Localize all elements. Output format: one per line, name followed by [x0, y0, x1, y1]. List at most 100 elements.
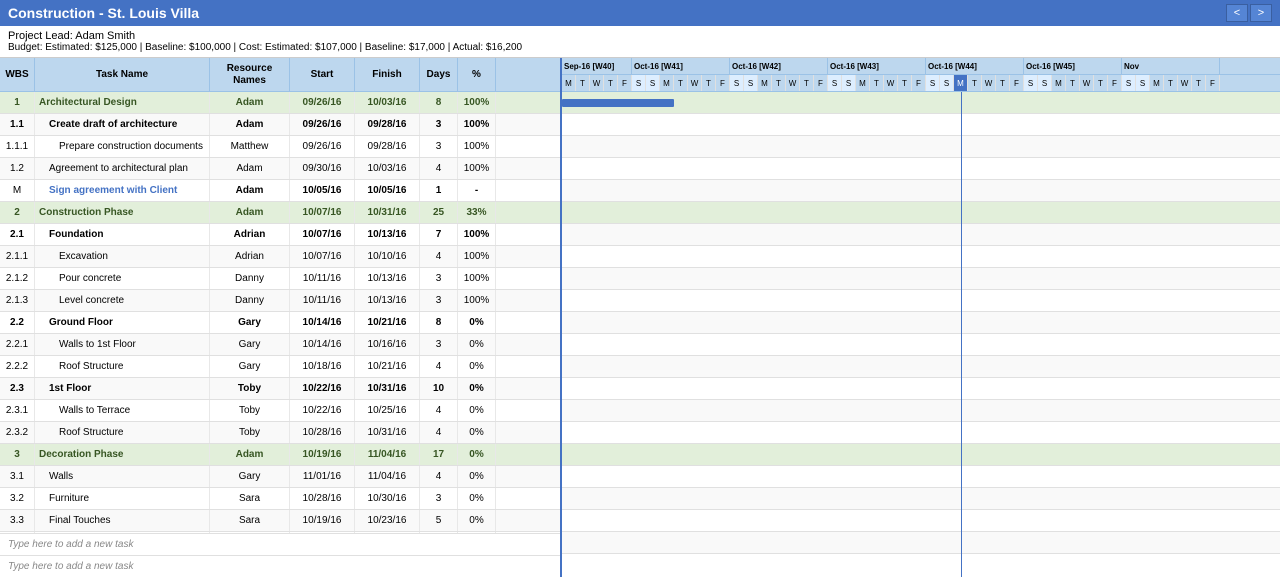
cell-resource: Toby	[210, 400, 290, 421]
cell-wbs: 2	[0, 202, 35, 223]
cell-taskname: Walls	[35, 466, 210, 487]
cell-finish: 09/28/16	[355, 136, 420, 157]
cell-finish: 10/05/16	[355, 180, 420, 201]
table-row[interactable]: 3.3 Final Touches Sara 10/19/16 10/23/16…	[0, 510, 560, 532]
gantt-day-cell: M	[1052, 75, 1066, 92]
cell-start: 10/05/16	[290, 180, 355, 201]
cell-days: 5	[420, 510, 458, 531]
table-row[interactable]: 2.2 Ground Floor Gary 10/14/16 10/21/16 …	[0, 312, 560, 334]
gantt-day-cell: F	[1206, 75, 1220, 92]
title-bar: Construction - St. Louis Villa < >	[0, 0, 1280, 26]
gantt-day-cell: S	[1136, 75, 1150, 92]
th-wbs: WBS	[0, 58, 35, 91]
cell-pct: 100%	[458, 158, 496, 179]
cell-pct: 100%	[458, 224, 496, 245]
cell-taskname: Furniture	[35, 488, 210, 509]
th-start: Start	[290, 58, 355, 91]
gantt-bar	[562, 99, 674, 107]
table-row[interactable]: 2.3 1st Floor Toby 10/22/16 10/31/16 10 …	[0, 378, 560, 400]
cell-finish: 10/31/16	[355, 422, 420, 443]
table-row[interactable]: 2.1.2 Pour concrete Danny 10/11/16 10/13…	[0, 268, 560, 290]
cell-wbs: M	[0, 180, 35, 201]
table-row[interactable]: 3.1 Walls Gary 11/01/16 11/04/16 4 0%	[0, 466, 560, 488]
table-row[interactable]: 2.1.1 Excavation Adrian 10/07/16 10/10/1…	[0, 246, 560, 268]
cell-start: 10/19/16	[290, 510, 355, 531]
cell-days: 1	[420, 180, 458, 201]
table-row[interactable]: 2.1.3 Level concrete Danny 10/11/16 10/1…	[0, 290, 560, 312]
cell-resource: Gary	[210, 334, 290, 355]
gantt-day-cell: T	[968, 75, 982, 92]
cell-taskname: Decoration Phase	[35, 444, 210, 465]
cell-wbs: 1.1	[0, 114, 35, 135]
gantt-day-cell: W	[982, 75, 996, 92]
th-days: Days	[420, 58, 458, 91]
cell-wbs: 1.1.1	[0, 136, 35, 157]
gantt-day-cell: S	[842, 75, 856, 92]
table-header: WBS Task Name Resource Names Start Finis…	[0, 58, 560, 92]
table-row[interactable]: 1.1.1 Prepare construction documents Mat…	[0, 136, 560, 158]
table-row[interactable]: 2.3.1 Walls to Terrace Toby 10/22/16 10/…	[0, 400, 560, 422]
cell-finish: 10/25/16	[355, 400, 420, 421]
budget-line: Budget: Estimated: $125,000 | Baseline: …	[8, 42, 1272, 53]
cell-resource: Adam	[210, 92, 290, 113]
table-row[interactable]: 2.3.2 Roof Structure Toby 10/28/16 10/31…	[0, 422, 560, 444]
cell-wbs: 2.1	[0, 224, 35, 245]
cell-taskname: Roof Structure	[35, 422, 210, 443]
cell-pct: 0%	[458, 356, 496, 377]
cell-finish: 11/04/16	[355, 466, 420, 487]
table-row[interactable]: M Sign agreement with Client Adam 10/05/…	[0, 180, 560, 202]
cell-taskname: 1st Floor	[35, 378, 210, 399]
cell-start: 10/22/16	[290, 378, 355, 399]
table-row[interactable]: 3.2 Furniture Sara 10/28/16 10/30/16 3 0…	[0, 488, 560, 510]
gantt-day-cell: F	[618, 75, 632, 92]
gantt-days-row: MTWTFSSMTWTFSSMTWTFSSMTWTFSSMTWTFSSMTWTF…	[562, 75, 1280, 92]
nav-prev-button[interactable]: <	[1226, 4, 1248, 22]
cell-taskname: Prepare construction documents	[35, 136, 210, 157]
gantt-day-cell: T	[870, 75, 884, 92]
gantt-day-cell: F	[1010, 75, 1024, 92]
gantt-week-group: Oct-16 [W42]	[730, 58, 828, 74]
new-task-row[interactable]: Type here to add a new task	[0, 555, 560, 577]
gantt-day-cell: T	[604, 75, 618, 92]
table-row[interactable]: 2 Construction Phase Adam 10/07/16 10/31…	[0, 202, 560, 224]
table-row[interactable]: 3 Decoration Phase Adam 10/19/16 11/04/1…	[0, 444, 560, 466]
gantt-day-cell: T	[1192, 75, 1206, 92]
table-row[interactable]: 1 Architectural Design Adam 09/26/16 10/…	[0, 92, 560, 114]
table-row[interactable]: 1.2 Agreement to architectural plan Adam…	[0, 158, 560, 180]
table-row[interactable]: 1.1 Create draft of architecture Adam 09…	[0, 114, 560, 136]
cell-resource: Gary	[210, 312, 290, 333]
cell-taskname: Pour concrete	[35, 268, 210, 289]
cell-start: 09/26/16	[290, 114, 355, 135]
gantt-week-group: Oct-16 [W45]	[1024, 58, 1122, 74]
table-row[interactable]: 2.2.2 Roof Structure Gary 10/18/16 10/21…	[0, 356, 560, 378]
gantt-row	[562, 510, 1280, 532]
new-task-row[interactable]: Type here to add a new task	[0, 533, 560, 555]
cell-start: 10/07/16	[290, 224, 355, 245]
cell-pct: 100%	[458, 136, 496, 157]
gantt-row	[562, 180, 1280, 202]
cell-finish: 10/31/16	[355, 202, 420, 223]
main-content: WBS Task Name Resource Names Start Finis…	[0, 58, 1280, 577]
nav-next-button[interactable]: >	[1250, 4, 1272, 22]
gantt-row	[562, 136, 1280, 158]
cell-resource: Sara	[210, 488, 290, 509]
app-title: Construction - St. Louis Villa	[8, 5, 199, 21]
cell-taskname: Level concrete	[35, 290, 210, 311]
gantt-day-cell: S	[632, 75, 646, 92]
cell-resource: Adam	[210, 180, 290, 201]
gantt-day-cell: M	[660, 75, 674, 92]
gantt-day-cell: S	[744, 75, 758, 92]
gantt-day-cell: T	[996, 75, 1010, 92]
project-info: Project Lead: Adam Smith Budget: Estimat…	[0, 26, 1280, 58]
gantt-row	[562, 114, 1280, 136]
gantt-day-cell: W	[884, 75, 898, 92]
cell-wbs: 3	[0, 444, 35, 465]
gantt-day-cell: T	[1066, 75, 1080, 92]
gantt-day-cell: S	[1122, 75, 1136, 92]
table-row[interactable]: 2.1 Foundation Adrian 10/07/16 10/13/16 …	[0, 224, 560, 246]
gantt-row	[562, 246, 1280, 268]
table-row[interactable]: 2.2.1 Walls to 1st Floor Gary 10/14/16 1…	[0, 334, 560, 356]
cell-start: 10/28/16	[290, 488, 355, 509]
cell-days: 4	[420, 246, 458, 267]
cell-days: 3	[420, 334, 458, 355]
